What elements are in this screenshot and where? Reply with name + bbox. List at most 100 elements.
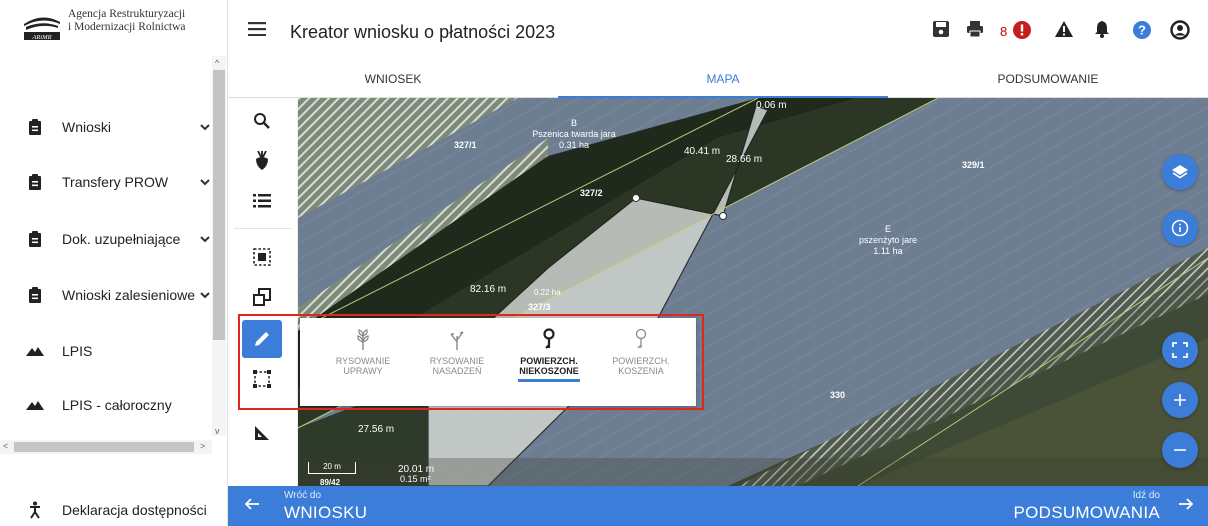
clipboard-icon [24,287,46,303]
sidebar-item-lpis-caloroczny[interactable]: LPIS - całoroczny [0,390,212,420]
unmowed-area-option[interactable]: POWIERZCH. NIEKOSZONE [506,328,592,382]
save-icon[interactable] [932,20,950,43]
search-icon[interactable] [242,102,282,140]
selected-underline [518,379,580,382]
terrain-icon [24,399,46,411]
user-account-icon[interactable] [1170,20,1190,45]
chevron-down-icon [198,175,212,192]
sidebar-item-wnioski[interactable]: Wnioski [0,112,212,142]
chevron-down-icon [198,232,212,249]
help-icon[interactable]: ? [1132,20,1152,45]
menu-icon[interactable] [248,22,266,41]
terrain-icon [24,345,46,357]
parcel-label: 330 [830,390,846,400]
map-toolbar [228,98,298,486]
sidebar-item-label: Wnioski zalesieniowe [62,287,196,303]
accessibility-link[interactable]: Deklaracja dostępności [0,494,228,526]
parcel-label: 329/1 [962,160,985,170]
sidebar: ARiMR Agencja Restrukturyzacji i Moderni… [0,0,228,526]
print-icon[interactable] [966,20,984,43]
parcel-label: 89/42 [320,478,341,486]
tab-podsumowanie[interactable]: PODSUMOWANIE [888,64,1208,98]
measurement-label: 0.06 m [756,100,787,111]
sidebar-item-dok-uzupelniajace[interactable]: Dok. uzupełniające [0,224,212,254]
svg-text:?: ? [1138,23,1146,38]
clipboard-icon [24,119,46,135]
mowing-area-option[interactable]: POWIERZCH. KOSZENIA [598,328,684,376]
scroll-up-icon[interactable]: ^ [215,58,219,68]
crop-label-b: B Pszenica twarda jara 0.31 ha [532,118,616,150]
seedling-icon [320,328,406,356]
sidebar-item-wnioski-zalesieniowe[interactable]: Wnioski zalesieniowe [0,280,212,310]
clipboard-icon [24,174,46,190]
accessibility-label: Deklaracja dostępności [62,502,207,518]
measurement-label: 28.66 m [726,154,763,165]
draw-crop-option[interactable]: RYSOWANIE UPRAWY [320,328,406,376]
sidebar-item-label: LPIS - całoroczny [62,397,172,413]
draw-planting-option[interactable]: RYSOWANIE NASADZEŃ [414,328,500,376]
select-area-icon[interactable] [242,238,282,276]
parcel-label: 327/3 [528,302,551,312]
chevron-down-icon [198,288,212,305]
sidebar-scrollbar-thumb[interactable] [213,70,225,340]
arrow-right-icon[interactable] [1178,496,1194,517]
notification-count: 8 [1000,24,1008,39]
wizard-footer: Wróć do WNIOSKU Idź do PODSUMOWANIA [228,486,1208,526]
arrow-left-icon[interactable] [244,496,260,517]
zoom-out-icon[interactable] [1162,432,1198,468]
tab-mapa[interactable]: MAPA [558,64,888,98]
draw-mode-popup: RYSOWANIE UPRAWY RYSOWANIE NASADZEŃ POWI… [300,318,696,406]
next-caption: Idź do [1132,490,1160,501]
svg-text:ARiMR: ARiMR [31,34,51,41]
pin-icon [506,328,592,356]
measurement-label: 0.22 ha [534,288,561,297]
parcel-label: 327/1 [454,140,477,150]
copy-shape-icon[interactable] [242,278,282,316]
sidebar-item-label: Dok. uzupełniające [62,231,181,247]
warning-icon[interactable] [1054,20,1074,43]
page-title: Kreator wniosku o płatności 2023 [290,22,556,42]
pin-outline-icon [598,328,684,356]
sidebar-item-transfery-prow[interactable]: Transfery PROW [0,167,212,197]
pencil-icon[interactable] [242,320,282,358]
info-icon[interactable] [1162,210,1198,246]
error-alert-icon[interactable] [1012,20,1032,45]
scroll-down-icon[interactable]: v [215,426,220,436]
parcel-label: 327/2 [580,188,603,198]
scroll-right-icon[interactable]: > [200,441,205,451]
layer-list-icon[interactable] [242,182,282,220]
measurement-label: 82.16 m [470,284,507,295]
crop-beet-icon[interactable] [242,142,282,180]
bounding-box-icon[interactable] [242,360,282,398]
sprout-icon [414,328,500,356]
sidebar-item-label: Wnioski [62,119,112,135]
arimr-logo: ARiMR [22,10,62,42]
tab-bar: WNIOSEK MAPA PODSUMOWANIE [228,64,1208,98]
clipboard-icon [24,231,46,247]
back-caption: Wróć do [284,490,322,501]
layers-icon[interactable] [1162,154,1198,190]
back-button[interactable]: WNIOSKU [284,503,367,523]
org-name: Agencja Restrukturyzacji i Modernizacji … [68,8,186,33]
fullscreen-icon[interactable] [1162,332,1198,368]
measurement-label: 27.56 m [358,424,395,435]
header: Kreator wniosku o płatności 2023 8 ? [228,0,1208,64]
next-button[interactable]: PODSUMOWANIA [1013,503,1160,523]
sidebar-item-label: LPIS [62,343,93,359]
sidebar-item-lpis[interactable]: LPIS [0,336,212,366]
zoom-in-icon[interactable] [1162,382,1198,418]
bell-icon[interactable] [1094,20,1110,43]
toolbar-divider [234,228,292,229]
measurement-label: 40.41 m [684,146,721,157]
measure-angle-icon[interactable] [242,414,282,452]
sidebar-hscrollbar-thumb[interactable] [14,442,194,452]
crop-label-e: E pszenżyto jare 1.11 ha [858,224,918,256]
tab-wniosek[interactable]: WNIOSEK [228,64,558,98]
chevron-down-icon [198,120,212,137]
map-canvas[interactable]: 327/1 327/2 327/3 329/1 330 89/42 B Psze… [298,98,1208,486]
sidebar-item-label: Transfery PROW [62,174,169,190]
measurement-label: 0.15 m² [400,474,431,484]
map-scale-bar: 20 m [308,462,356,474]
accessibility-icon [24,501,46,519]
scroll-left-icon[interactable]: < [3,441,8,451]
